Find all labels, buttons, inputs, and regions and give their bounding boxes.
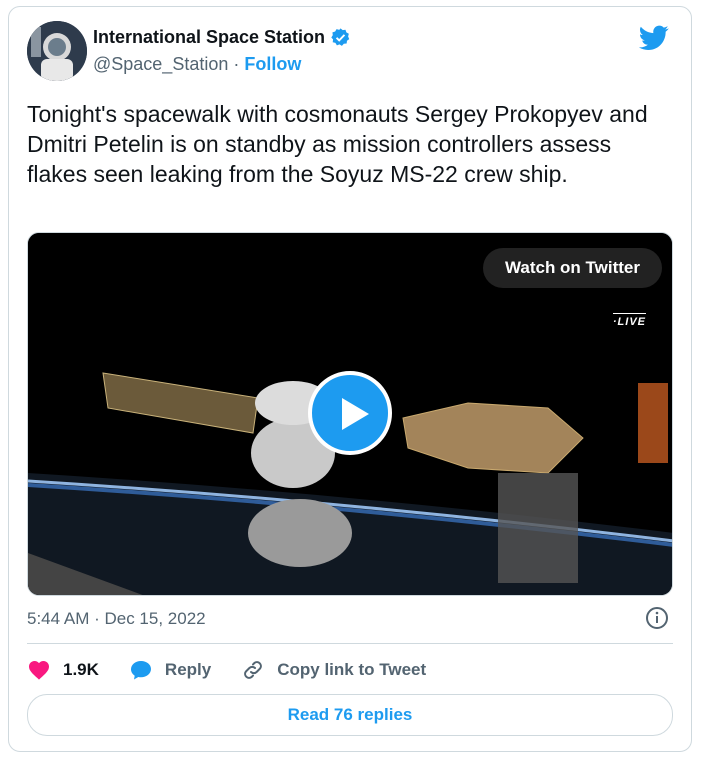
like-count: 1.9K (63, 660, 99, 679)
tweet-timestamp[interactable]: 5:44 AM · Dec 15, 2022 (27, 609, 206, 629)
reply-label: Reply (164, 660, 212, 679)
divider (27, 643, 673, 644)
tweet-text: Tonight's spacewalk with cosmonauts Serg… (27, 101, 648, 187)
author-row: International Space Station (93, 27, 351, 48)
verified-badge-icon (331, 28, 350, 46)
copy-link-label: Copy link to Tweet (277, 660, 427, 679)
handle-separator: · (228, 54, 245, 74)
handle-row: @Space_Station · Follow (93, 54, 301, 75)
like-button[interactable]: 1.9K (27, 655, 99, 685)
author-handle[interactable]: @Space_Station (93, 54, 228, 74)
speech-bubble-icon (130, 661, 151, 680)
read-replies-button[interactable]: Read 76 replies (27, 694, 673, 736)
info-icon[interactable] (645, 606, 669, 630)
watch-on-twitter-button[interactable]: Watch on Twitter (482, 248, 662, 288)
copy-link-button[interactable]: Copy link to Tweet (241, 655, 426, 685)
reply-button[interactable]: Reply (129, 655, 211, 685)
tweet-card: International Space Station @Space_Stati… (8, 6, 692, 752)
heart-icon (29, 661, 49, 680)
play-icon (342, 398, 369, 430)
author-name[interactable]: International Space Station (93, 27, 325, 48)
link-icon (244, 661, 263, 679)
video-player[interactable]: Watch on Twitter ·LIVE (27, 232, 673, 596)
action-bar: 1.9K Reply Copy link to Tweet (27, 655, 456, 685)
avatar[interactable] (27, 21, 87, 81)
live-badge: ·LIVE (612, 313, 646, 328)
follow-button[interactable]: Follow (244, 54, 301, 74)
twitter-bird-icon[interactable] (639, 25, 669, 51)
astronaut-avatar-image (27, 21, 87, 81)
play-button[interactable] (308, 371, 392, 455)
